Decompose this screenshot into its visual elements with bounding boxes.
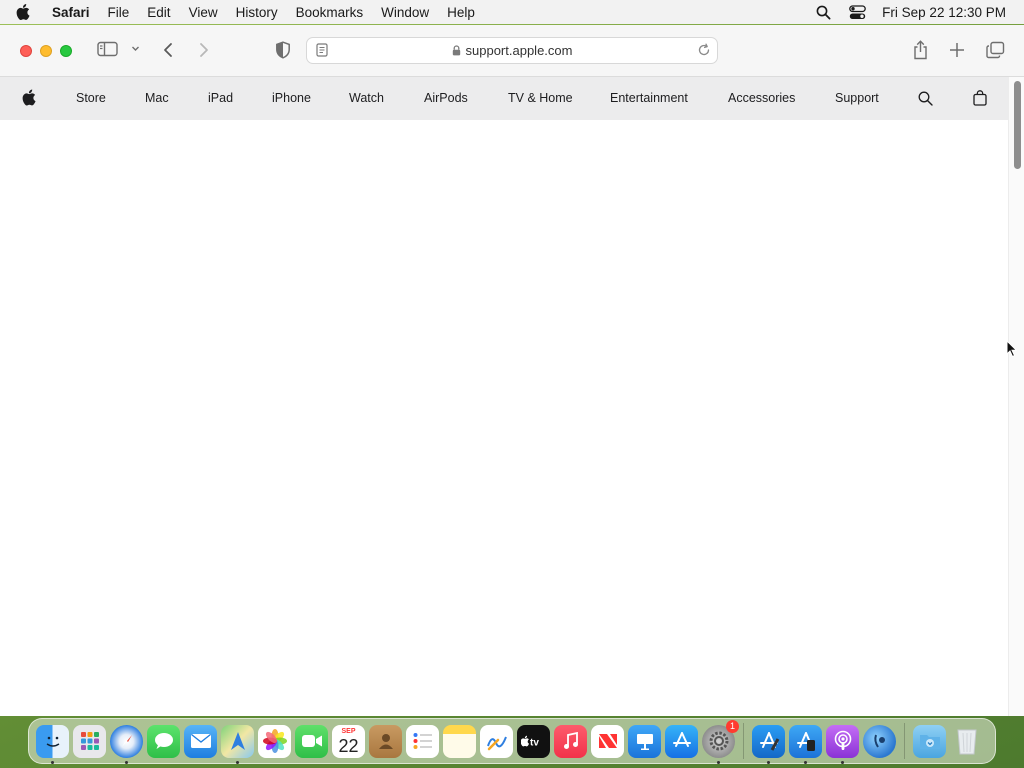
new-tab-button[interactable]: [949, 42, 965, 58]
sidebar-toggle-button[interactable]: [97, 41, 118, 57]
minimize-window-button[interactable]: [40, 45, 52, 57]
dock-separator: [904, 723, 905, 759]
notes-icon[interactable]: [443, 724, 476, 758]
apple-menu-icon[interactable]: [16, 4, 42, 20]
window-controls: [20, 45, 72, 57]
podcasts-icon[interactable]: [826, 724, 859, 764]
mail-icon[interactable]: [184, 724, 217, 758]
notification-badge: 1: [726, 719, 739, 733]
share-button[interactable]: [912, 40, 929, 60]
xcode-icon[interactable]: [752, 724, 785, 764]
migration-assistant-icon[interactable]: [863, 724, 896, 758]
simulator-icon[interactable]: [789, 724, 822, 764]
tab-group-chevron-down-icon[interactable]: [131, 44, 140, 53]
dock: SEP 22 tv 1: [28, 718, 996, 764]
menu-file[interactable]: File: [99, 5, 139, 20]
apple-logo-icon[interactable]: [22, 89, 36, 109]
menu-help[interactable]: Help: [438, 5, 484, 20]
control-center-icon[interactable]: [840, 4, 874, 20]
photos-icon[interactable]: [258, 724, 291, 758]
page-content-blank: [0, 120, 1024, 715]
vertical-scrollbar[interactable]: [1008, 77, 1024, 716]
calendar-month: SEP: [341, 727, 356, 735]
lock-icon: [452, 45, 461, 56]
running-indicator: [125, 760, 128, 764]
running-indicator: [804, 760, 807, 764]
spotlight-search-icon[interactable]: [806, 5, 840, 20]
url-text: support.apple.com: [465, 43, 573, 58]
nav-ipad[interactable]: iPad: [208, 91, 233, 105]
nav-support[interactable]: Support: [835, 91, 879, 105]
finder-icon[interactable]: [36, 724, 69, 764]
nav-store[interactable]: Store: [76, 91, 106, 105]
nav-mac[interactable]: Mac: [145, 91, 169, 105]
menu-view[interactable]: View: [180, 5, 227, 20]
reminders-icon[interactable]: [406, 724, 439, 758]
news-icon[interactable]: [591, 724, 624, 758]
downloads-folder-icon[interactable]: [913, 724, 946, 758]
menu-clock[interactable]: Fri Sep 22 12:30 PM: [874, 5, 1006, 20]
menu-window[interactable]: Window: [372, 5, 438, 20]
address-bar[interactable]: support.apple.com: [306, 37, 718, 64]
nav-accessories[interactable]: Accessories: [728, 91, 795, 105]
trash-icon[interactable]: [950, 725, 983, 758]
app-store-icon[interactable]: [665, 724, 698, 758]
running-indicator: [236, 760, 239, 764]
system-settings-icon[interactable]: 1: [702, 719, 739, 764]
safari-icon[interactable]: [110, 724, 143, 764]
running-indicator: [767, 760, 770, 764]
svg-text:tv: tv: [530, 738, 539, 749]
contacts-icon[interactable]: [369, 724, 402, 758]
back-button[interactable]: [162, 42, 174, 58]
nav-airpods[interactable]: AirPods: [424, 91, 468, 105]
mouse-cursor-icon: [1006, 339, 1018, 363]
calendar-day: 22: [338, 735, 359, 756]
menu-bookmarks[interactable]: Bookmarks: [287, 5, 373, 20]
scrollbar-thumb[interactable]: [1014, 81, 1021, 169]
menu-history[interactable]: History: [227, 5, 287, 20]
apple-tv-icon[interactable]: tv: [517, 724, 550, 758]
maps-icon[interactable]: [221, 724, 254, 764]
reader-page-icon[interactable]: [316, 43, 328, 60]
nav-tv-home[interactable]: TV & Home: [508, 91, 573, 105]
safari-window: support.apple.com Store Mac iPad iPhone …: [0, 25, 1024, 716]
tab-overview-button[interactable]: [986, 41, 1005, 59]
freeform-icon[interactable]: [480, 724, 513, 758]
menu-app-name[interactable]: Safari: [42, 5, 99, 20]
nav-watch[interactable]: Watch: [349, 91, 384, 105]
nav-entertainment[interactable]: Entertainment: [610, 91, 688, 105]
launchpad-icon[interactable]: [73, 724, 106, 758]
calendar-icon[interactable]: SEP 22: [332, 724, 365, 758]
running-indicator: [841, 760, 844, 764]
nav-iphone[interactable]: iPhone: [272, 91, 311, 105]
menu-edit[interactable]: Edit: [138, 5, 179, 20]
messages-icon[interactable]: [147, 724, 180, 758]
music-icon[interactable]: [554, 724, 587, 758]
dock-separator: [743, 723, 744, 759]
browser-toolbar: support.apple.com: [0, 25, 1024, 77]
forward-button[interactable]: [198, 42, 210, 58]
menu-bar: Safari File Edit View History Bookmarks …: [0, 0, 1024, 24]
close-window-button[interactable]: [20, 45, 32, 57]
apple-site-nav: Store Mac iPad iPhone Watch AirPods TV &…: [0, 77, 1024, 120]
shopping-bag-icon[interactable]: [973, 90, 987, 109]
keynote-icon[interactable]: [628, 724, 661, 758]
running-indicator: [717, 760, 720, 764]
privacy-shield-icon[interactable]: [275, 41, 291, 59]
search-icon[interactable]: [918, 91, 933, 109]
facetime-icon[interactable]: [295, 724, 328, 758]
reload-icon[interactable]: [697, 43, 711, 60]
running-indicator: [51, 760, 54, 764]
zoom-window-button[interactable]: [60, 45, 72, 57]
